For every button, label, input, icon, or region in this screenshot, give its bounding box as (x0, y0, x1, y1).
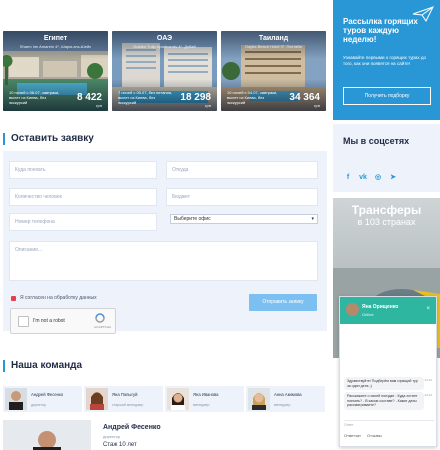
tour-currency: грн (314, 103, 320, 108)
chat-status: Online (362, 312, 374, 317)
chat-message: Расскажите о своей поездке - Куда хотите… (344, 392, 424, 410)
tour-card-thailand[interactable]: Таиланд Daytia Beach Hotel 3*, Паттайя 1… (221, 31, 326, 111)
social-title: Мы в соцсетях (343, 136, 410, 146)
social-box: Мы в соцсетях f vk ◎ ➤ (333, 124, 440, 192)
instagram-icon[interactable]: ◎ (373, 172, 383, 182)
tour-currency: грн (96, 103, 102, 108)
tour-country: Египет (43, 35, 68, 42)
recaptcha-checkbox[interactable] (18, 316, 29, 327)
newsletter-title: Рассылка горящих туров каждую неделю! (343, 17, 418, 44)
facebook-icon[interactable]: f (343, 172, 353, 182)
avatar (167, 388, 189, 410)
social-icons: f vk ◎ ➤ (343, 172, 398, 182)
tour-hotel: Sharm Inn Amarein 4*, Шарм-эль-Шейх (19, 44, 92, 49)
chat-message-time: 14:12 (424, 378, 432, 382)
member-role: менеджер (274, 403, 291, 407)
transfer-title: Трансферы (351, 203, 422, 217)
member-name: Андрей Фесенко (31, 392, 64, 397)
member-role: директор (31, 403, 46, 407)
chat-message: Здравствуйте! Подберём вам горящий тур з… (344, 377, 424, 390)
tour-country: Таиланд (258, 35, 289, 42)
tour-details: 10 ночей с 06.07, завтраки, вылет из Кие… (9, 90, 60, 105)
chat-tab[interactable]: Отзывы (367, 433, 382, 438)
team-list: Андрей Фесенко директор Яна Попыгуй стар… (3, 386, 325, 412)
member-name: Анна Акимова (274, 392, 302, 397)
message-textarea[interactable]: Описание... (9, 241, 318, 281)
chat-input[interactable]: Ответ (344, 420, 434, 429)
chevron-down-icon: ▾ (311, 216, 314, 222)
agree-label: Я согласен на обработку данных (20, 295, 97, 301)
close-icon[interactable]: × (426, 306, 430, 312)
chat-message-time: 14:12 (424, 393, 432, 397)
telegram-icon[interactable]: ➤ (388, 172, 398, 182)
featured-member-photo (3, 420, 91, 450)
team-member[interactable]: Яна Попыгуй старший менеджер (84, 386, 163, 412)
send-request-button[interactable]: Отправить заявку (249, 294, 317, 311)
avatar (248, 388, 270, 410)
featured-member-experience: Стаж 10 лет (103, 442, 137, 448)
agree-checkbox[interactable]: Я согласен на обработку данных (11, 295, 97, 301)
budget-input[interactable]: Бюджет (166, 188, 318, 206)
tour-hotel: Golden Tulip Apartments 4*, Дубай (133, 44, 196, 49)
featured-member-name: Андрей Фесенко (103, 424, 161, 431)
member-role: менеджер (193, 403, 210, 407)
tour-details: 7 ночей с 05.07, без питания, вылет из К… (118, 90, 173, 105)
where-input[interactable]: Куда поехать (9, 161, 157, 179)
recaptcha-logo-icon (95, 313, 105, 323)
recaptcha-widget: I'm not a robot reCAPTCHA (10, 308, 116, 334)
request-title: Оставить заявку (3, 133, 94, 145)
checkbox-icon (11, 295, 16, 301)
featured-member-role: директор (103, 434, 121, 439)
chat-tabs: Ответчат Отзывы (344, 433, 382, 438)
newsletter-box: Рассылка горящих туров каждую неделю! Уз… (333, 0, 440, 120)
tour-hotel: Daytia Beach Hotel 3*, Паттайя (245, 44, 302, 49)
chat-agent-name: Яна Орищенко (362, 304, 399, 310)
chat-widget: Яна Орищенко Online × Здравствуйте! Подб… (339, 296, 437, 447)
team-member[interactable]: Яна Иванова менеджер (165, 386, 244, 412)
tour-currency: грн (205, 103, 211, 108)
from-input[interactable]: Откуда (166, 161, 318, 179)
team-member[interactable]: Андрей Фесенко директор (3, 386, 82, 412)
tour-country: ОАЭ (156, 35, 173, 42)
people-input[interactable]: Количество человек (9, 188, 157, 206)
chat-header: Яна Орищенко Online × (340, 297, 436, 324)
chat-tab[interactable]: Ответчат (344, 433, 361, 438)
avatar (86, 388, 108, 410)
tour-price: 34 364 (289, 92, 320, 103)
team-member[interactable]: Анна Акимова менеджер (246, 386, 325, 412)
avatar (5, 388, 27, 410)
featured-member: Андрей Фесенко директор Стаж 10 лет (3, 420, 327, 450)
recaptcha-brand: reCAPTCHA (93, 325, 111, 329)
team-title: Наша команда (3, 360, 82, 372)
tour-card-egypt[interactable]: Египет Sharm Inn Amarein 4*, Шарм-эль-Ше… (3, 31, 108, 111)
chat-avatar (346, 303, 359, 316)
tour-price: 8 422 (76, 92, 102, 103)
member-name: Яна Иванова (193, 392, 219, 397)
office-select-value: Выберите офис (174, 216, 211, 222)
hot-tours-row: Египет Sharm Inn Amarein 4*, Шарм-эль-Ше… (3, 31, 327, 111)
transfer-subtitle: в 103 странах (357, 217, 416, 227)
tour-details: 10 ночей с 04.07, завтраки, вылет из Кие… (227, 90, 278, 105)
member-role: старший менеджер (112, 403, 144, 407)
get-selection-button[interactable]: Получить подборку (343, 87, 431, 105)
newsletter-text: Узнавайте первыми о горящих турах до тог… (343, 55, 427, 66)
tour-card-uae[interactable]: ОАЭ Golden Tulip Apartments 4*, Дубай 7 … (112, 31, 217, 111)
tour-price: 18 298 (180, 92, 211, 103)
vk-icon[interactable]: vk (358, 172, 368, 182)
office-select[interactable]: Выберите офис ▾ (170, 214, 318, 224)
recaptcha-label: I'm not a robot (33, 318, 65, 324)
member-name: Яна Попыгуй (112, 392, 138, 397)
phone-input[interactable]: Номер телефона (9, 213, 157, 231)
